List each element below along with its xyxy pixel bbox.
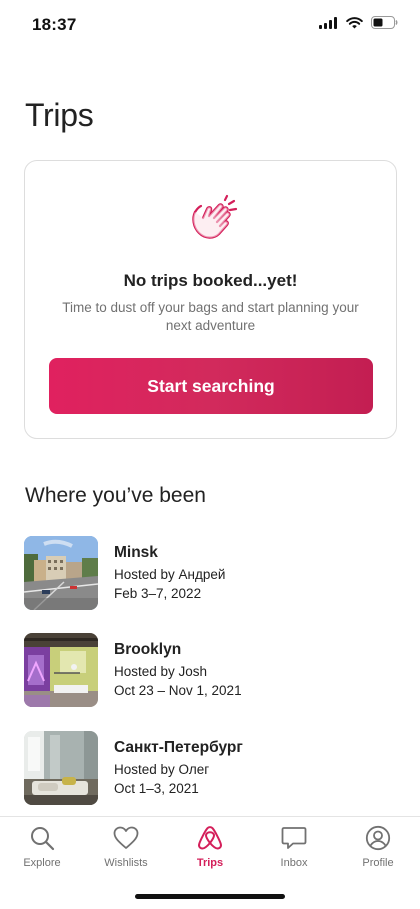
trip-item-brooklyn[interactable]: Brooklyn Hosted by Josh Oct 23 – Nov 1, …: [24, 633, 396, 707]
cellular-signal-icon: [319, 16, 337, 29]
profile-icon: [365, 825, 391, 851]
no-trips-description: Time to dust off your bags and start pla…: [62, 300, 359, 333]
no-trips-heading: No trips booked...yet!: [123, 271, 298, 290]
trip-dates: Oct 1–3, 2021: [114, 781, 199, 796]
tab-trips[interactable]: Trips: [175, 825, 245, 877]
trip-host: Hosted by Josh: [114, 664, 208, 679]
home-indicator: [135, 894, 285, 899]
no-trips-card: No trips booked...yet! Time to dust off …: [24, 160, 397, 439]
tab-label: Wishlists: [104, 857, 148, 869]
clapping-hands-icon: [192, 194, 238, 239]
trip-thumbnail: [24, 633, 98, 707]
search-icon: [31, 827, 55, 851]
heart-icon: [113, 826, 139, 849]
start-searching-button[interactable]: Start searching: [49, 358, 373, 414]
battery-icon: [371, 16, 398, 29]
airbnb-logo-icon: [198, 826, 222, 850]
page-title: Trips: [25, 97, 94, 133]
trip-thumbnail: [24, 536, 98, 610]
trip-dates: Feb 3–7, 2022: [114, 586, 202, 601]
trip-host: Hosted by Андрей: [114, 567, 226, 582]
trip-dates: Oct 23 – Nov 1, 2021: [114, 683, 242, 698]
trip-thumbnail: [24, 731, 98, 805]
tab-wishlists[interactable]: Wishlists: [91, 825, 161, 877]
trip-item-saint-petersburg[interactable]: Санкт-Петербург Hosted by Олег Oct 1–3, …: [24, 731, 396, 805]
chat-bubble-icon: [281, 827, 307, 849]
tab-explore[interactable]: Explore: [7, 825, 77, 877]
tab-label: Explore: [23, 857, 61, 869]
trip-city: Brooklyn: [114, 641, 182, 658]
trip-host: Hosted by Олег: [114, 762, 210, 777]
tab-label: Trips: [196, 857, 224, 869]
where-youve-been-title: Where you’ve been: [25, 484, 206, 507]
tab-label: Profile: [362, 857, 394, 869]
tab-profile[interactable]: Profile: [343, 825, 413, 877]
status-icons: [319, 16, 398, 29]
trip-city: Minsk: [114, 544, 158, 561]
status-time: 18:37: [32, 15, 77, 34]
status-bar: 18:37: [0, 0, 420, 50]
tab-inbox[interactable]: Inbox: [259, 825, 329, 877]
tab-label: Inbox: [280, 857, 308, 869]
trip-city: Санкт-Петербург: [114, 739, 243, 756]
trips-screen: 18:37 Trips No trips booked...yet! Time …: [0, 0, 420, 909]
trip-item-minsk[interactable]: Minsk Hosted by Андрей Feb 3–7, 2022: [24, 536, 396, 610]
wifi-icon: [346, 16, 363, 28]
